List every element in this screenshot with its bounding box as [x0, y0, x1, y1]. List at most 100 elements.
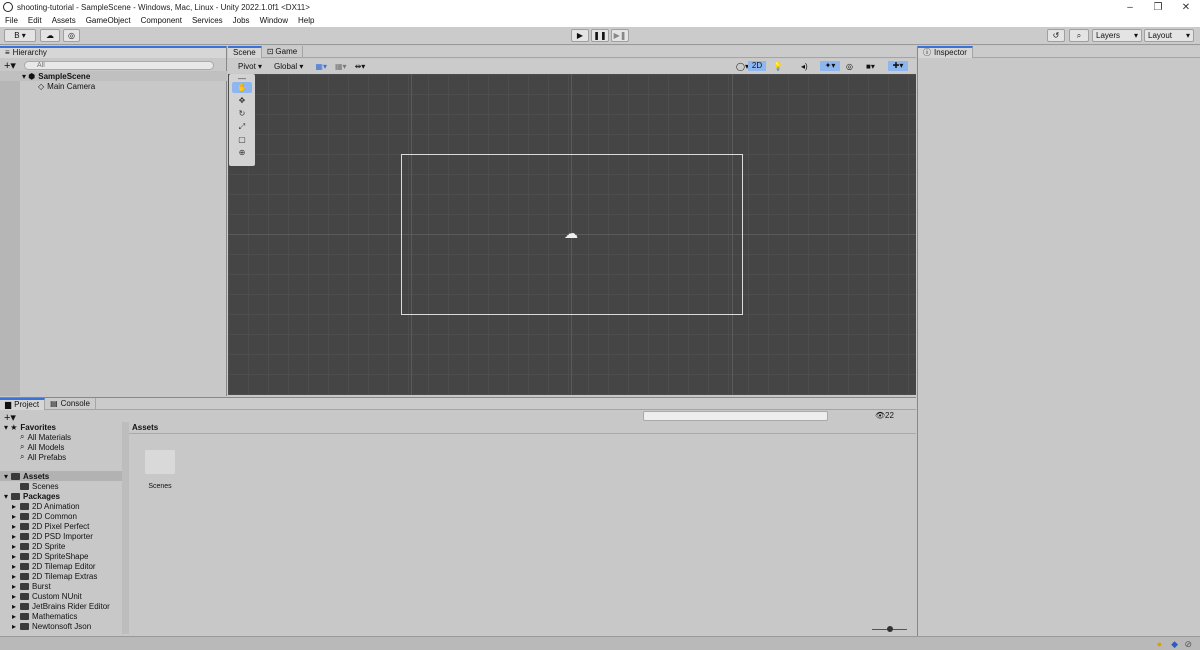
folder-icon: [20, 582, 30, 590]
tab-game[interactable]: ⊡ Game: [262, 45, 304, 58]
breadcrumb[interactable]: Assets: [129, 422, 916, 434]
list-item[interactable]: ▸ 2D Animation: [12, 501, 80, 511]
main-toolbar: B ▾ ☁ ◎ ▶ ❚❚ ▶❚ ↺ ⌕ Layers ▾ Layout ▾: [0, 27, 1200, 45]
tab-scene[interactable]: Scene: [228, 45, 262, 58]
chevron-right-icon: ▸: [12, 561, 17, 571]
list-item-label: All Prefabs: [27, 452, 67, 462]
menu-gameobject[interactable]: GameObject: [86, 16, 131, 25]
list-item[interactable]: ▸ 2D PSD Importer: [12, 531, 93, 541]
list-item-label: 2D Tilemap Editor: [32, 561, 96, 571]
add-icon[interactable]: +▾: [4, 59, 16, 72]
increment-icon[interactable]: ⇹▾: [355, 62, 366, 71]
hidden-packages-icon[interactable]: 👁: [875, 411, 885, 420]
favorites-section[interactable]: ▾ ★ Favorites: [4, 422, 56, 432]
zoom-slider-handle[interactable]: [887, 626, 893, 632]
menu-component[interactable]: Component: [141, 16, 182, 25]
hierarchy-search-input[interactable]: [24, 60, 214, 70]
scrollbar[interactable]: [122, 422, 129, 634]
list-item[interactable]: ⌕ All Prefabs: [20, 452, 66, 462]
minimize-button[interactable]: –: [1116, 0, 1144, 14]
snap-icon[interactable]: ▦▾: [335, 62, 347, 71]
tab-project[interactable]: ▆ Project: [0, 397, 46, 410]
list-item[interactable]: ▸ 2D Common: [12, 511, 77, 521]
packages-section[interactable]: ▾ Packages: [4, 491, 60, 501]
console-icon: ▤: [50, 399, 58, 408]
search-icon[interactable]: ⌕: [1069, 29, 1089, 42]
layout-label: Layout: [1148, 31, 1173, 40]
camera-gizmo-icon[interactable]: ☁: [564, 225, 578, 242]
project-search-input[interactable]: [643, 411, 828, 421]
drag-handle[interactable]: —: [232, 74, 252, 83]
search-icon: ⌕: [20, 452, 25, 461]
folder-icon: [20, 572, 30, 580]
list-item[interactable]: ▸ 2D Tilemap Extras: [12, 571, 97, 581]
tab-hierarchy[interactable]: ≡ Hierarchy: [0, 45, 226, 58]
toggle-2d-button[interactable]: 2D: [748, 61, 766, 71]
folder-icon: [20, 512, 30, 520]
rect-tool-icon[interactable]: ▢: [232, 134, 252, 145]
fx-button[interactable]: ✦▾: [820, 61, 840, 71]
audio-icon[interactable]: ◂): [801, 62, 808, 71]
list-item-label: 2D Sprite: [32, 541, 66, 551]
transform-tool-icon[interactable]: ⊕: [232, 147, 252, 158]
chevron-right-icon: ▸: [12, 551, 17, 561]
list-item[interactable]: ▸ 2D Sprite: [12, 541, 65, 551]
pivot-dropdown[interactable]: Pivot ▾: [238, 62, 262, 71]
list-item[interactable]: ▸ Custom NUnit: [12, 591, 82, 601]
cloud-icon[interactable]: ☁: [40, 29, 60, 42]
play-button[interactable]: ▶: [571, 29, 589, 42]
rotate-tool-icon[interactable]: ↻: [232, 108, 252, 119]
grid-snap-icon[interactable]: ▦▾: [315, 62, 327, 71]
hand-tool-icon[interactable]: ✋: [232, 82, 252, 93]
unity-logo-icon: [3, 2, 13, 12]
tab-inspector[interactable]: ⓘ Inspector: [918, 45, 973, 58]
list-item[interactable]: ▸ JetBrains Rider Editor: [12, 601, 110, 611]
step-button[interactable]: ▶❚: [611, 29, 629, 42]
scene-viewport[interactable]: ☁ — ✋ ✥ ↻ ⤢ ▢ ⊕: [228, 74, 916, 395]
hierarchy-item[interactable]: ◇ Main Camera: [0, 81, 227, 91]
menu-file[interactable]: File: [5, 16, 18, 25]
layers-dropdown[interactable]: Layers ▾: [1092, 29, 1142, 42]
list-item[interactable]: ▸ Newtonsoft Json: [12, 621, 91, 631]
menu-window[interactable]: Window: [260, 16, 288, 25]
scale-tool-icon[interactable]: ⤢: [232, 121, 252, 132]
list-item[interactable]: ⌕ All Models: [20, 442, 64, 452]
list-item[interactable]: ▸ 2D SpriteShape: [12, 551, 89, 561]
light-icon[interactable]: 💡: [773, 62, 783, 71]
list-item[interactable]: ▸ 2D Tilemap Editor: [12, 561, 96, 571]
menu-jobs[interactable]: Jobs: [233, 16, 250, 25]
list-item[interactable]: Scenes: [20, 481, 59, 491]
folder-icon[interactable]: [145, 450, 175, 474]
lock-icon[interactable]: ⊘: [1184, 639, 1192, 650]
camera-icon[interactable]: ■▾: [866, 62, 875, 71]
menu-services[interactable]: Services: [192, 16, 223, 25]
list-item[interactable]: ▸ Burst: [12, 581, 51, 591]
account-button[interactable]: B ▾: [4, 29, 36, 42]
scene-row[interactable]: ▾ ⬢ SampleScene: [0, 71, 227, 81]
assets-section[interactable]: ▾ Assets: [0, 471, 122, 481]
tab-console[interactable]: ▤ Console: [45, 397, 96, 410]
list-item[interactable]: ▸ Mathematics: [12, 611, 77, 621]
list-item[interactable]: ▸ 2D Pixel Perfect: [12, 521, 89, 531]
visibility-icon[interactable]: ◎: [846, 62, 853, 71]
lightbulb-icon[interactable]: ●: [1157, 639, 1162, 649]
maximize-button[interactable]: ❐: [1144, 0, 1172, 14]
gizmos-icon[interactable]: ✚▾: [888, 61, 908, 71]
folder-icon: [11, 472, 21, 480]
history-icon[interactable]: ↺: [1047, 29, 1065, 42]
menu-help[interactable]: Help: [298, 16, 314, 25]
close-button[interactable]: ✕: [1172, 0, 1200, 14]
layout-dropdown[interactable]: Layout ▾: [1144, 29, 1194, 42]
move-tool-icon[interactable]: ✥: [232, 95, 252, 106]
global-dropdown[interactable]: Global ▾: [274, 62, 303, 71]
folder-icon: [20, 482, 29, 490]
stack-icon[interactable]: ◆: [1171, 639, 1178, 650]
chevron-right-icon: ▸: [12, 611, 17, 621]
collab-icon[interactable]: ◎: [63, 29, 80, 42]
menu-bar: File Edit Assets GameObject Component Se…: [0, 14, 1200, 27]
menu-assets[interactable]: Assets: [52, 16, 76, 25]
list-item[interactable]: ⌕ All Materials: [20, 432, 71, 442]
pause-button[interactable]: ❚❚: [591, 29, 609, 42]
hierarchy-item-label: Main Camera: [47, 81, 96, 91]
menu-edit[interactable]: Edit: [28, 16, 42, 25]
